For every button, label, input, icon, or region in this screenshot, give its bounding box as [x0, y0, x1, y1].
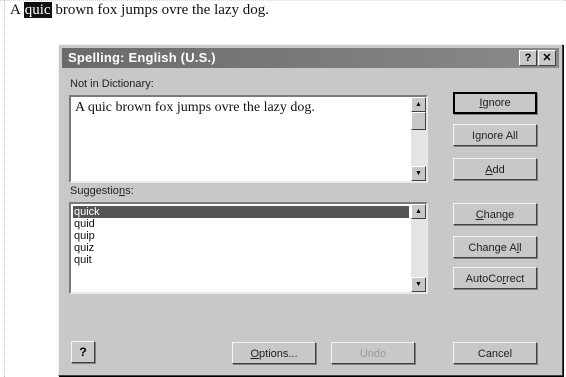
not-in-dictionary-textbox[interactable]: A quic brown fox jumps ovre the lazy dog…	[69, 95, 428, 183]
add-button[interactable]: Add	[453, 158, 537, 180]
titlebar-close-button[interactable]: ✕	[538, 50, 556, 66]
change-button[interactable]: Change	[453, 203, 537, 225]
document-left-border	[4, 0, 5, 377]
autocorrect-button[interactable]: AutoCorrect	[453, 267, 537, 289]
spelling-dialog: Spelling: English (U.S.) ? ✕ Not in Dict…	[58, 44, 563, 376]
undo-button[interactable]: Undo	[331, 342, 415, 364]
suggestions-scrollbar[interactable]: ▲ ▼	[411, 204, 426, 292]
titlebar-help-button[interactable]: ?	[519, 50, 537, 66]
dialog-title: Spelling: English (U.S.)	[68, 50, 216, 65]
list-item[interactable]: quit	[73, 254, 409, 266]
not-in-dictionary-label: Not in Dictionary:	[70, 78, 154, 90]
scroll-up-arrow-icon[interactable]: ▲	[411, 204, 426, 219]
scroll-up-arrow-icon[interactable]: ▲	[411, 97, 426, 112]
ignore-all-button[interactable]: Ignore All	[453, 124, 537, 146]
help-icon[interactable]: ?	[71, 341, 95, 363]
list-item[interactable]: quick	[73, 206, 409, 218]
document-text-line[interactable]: A quic brown fox jumps ovre the lazy dog…	[10, 2, 269, 19]
options-button[interactable]: Options...	[232, 342, 316, 364]
scroll-down-arrow-icon[interactable]: ▼	[411, 277, 426, 292]
dialog-titlebar[interactable]: Spelling: English (U.S.) ? ✕	[62, 48, 559, 68]
scroll-down-arrow-icon[interactable]: ▼	[411, 166, 426, 181]
document-text-rest: brown fox jumps ovre the lazy dog.	[51, 2, 270, 18]
not-in-dictionary-sentence: A quic brown fox jumps ovre the lazy dog…	[75, 100, 315, 115]
cancel-button[interactable]: Cancel	[453, 342, 537, 364]
suggestions-list[interactable]: quick quid quip quiz quit ▲ ▼	[69, 202, 428, 294]
list-item[interactable]: quid	[73, 218, 409, 230]
change-all-button[interactable]: Change All	[453, 236, 537, 258]
scroll-thumb[interactable]	[411, 112, 426, 130]
ignore-button[interactable]: Ignore	[453, 92, 537, 114]
selected-misspelled-word[interactable]: quic	[23, 2, 52, 18]
textbox-scrollbar[interactable]: ▲ ▼	[411, 97, 426, 181]
suggestions-label: Suggestions:	[70, 185, 134, 197]
list-item[interactable]: quip	[73, 230, 409, 242]
document-top-border	[0, 0, 566, 1]
list-item[interactable]: quiz	[73, 242, 409, 254]
